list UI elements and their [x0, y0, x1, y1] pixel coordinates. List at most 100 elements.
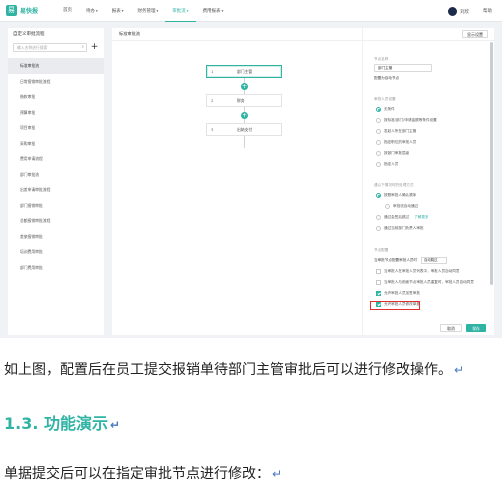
nav-label: 费用报表	[202, 9, 221, 14]
radio-button[interactable]	[385, 204, 390, 209]
checkbox[interactable]	[376, 291, 381, 296]
divider	[363, 40, 495, 41]
node-label: 出纳支付	[237, 127, 253, 132]
brand-name: 易快报	[20, 8, 39, 15]
flow-list-panel: 自定义审批流程 输入名称进行搜索 ⌕ + 标准审批流 日常报销审批流程 借款审批 预算…	[8, 28, 104, 335]
brand-logo[interactable]: 易 易快报	[6, 5, 38, 16]
radio-button[interactable]	[376, 215, 381, 220]
flow-list-item[interactable]: 差旅报销审批	[8, 229, 104, 245]
nav-item-2[interactable]: 报表▾	[105, 0, 131, 22]
flow-list-item[interactable]: 标准审批流	[8, 58, 104, 74]
add-node-button[interactable]: +	[241, 83, 248, 90]
node-number: 1	[211, 69, 214, 74]
flow-node-1[interactable]: 1 部门主管	[206, 65, 282, 78]
config-option[interactable]: 允许审批人员加签审批	[376, 291, 420, 296]
nav-label: 报表	[111, 9, 121, 14]
nav-label: 审批流	[172, 9, 186, 14]
flow-list-item[interactable]: 采购审批	[8, 136, 104, 152]
nav-item-1[interactable]: 待办▾	[79, 0, 105, 22]
search-icon[interactable]: ⌕	[81, 45, 84, 50]
radio-button[interactable]	[376, 151, 381, 156]
node-name-field[interactable]: 部门主管	[374, 64, 432, 72]
display-settings-button[interactable]: 显示设置	[462, 30, 488, 38]
approver-option[interactable]: 按部门审批层级	[376, 151, 409, 156]
option-label: 通过当前部门负责人审批	[384, 226, 424, 230]
flow-list-item[interactable]: 总额报销审批流程	[8, 213, 104, 229]
approver-option[interactable]: 指定人员	[376, 162, 398, 167]
flow-node-2[interactable]: 2 财务	[206, 94, 282, 107]
flow-list-item[interactable]: 日常报销审批流程	[8, 74, 104, 90]
nav-label: 财务管理	[137, 9, 156, 14]
chevron-down-icon: ▾	[186, 9, 189, 13]
search-placeholder: 输入名称进行搜索	[17, 44, 48, 50]
learn-more-link[interactable]: 了解更多	[414, 215, 428, 220]
option-label: 无条件	[384, 107, 395, 111]
radio-button[interactable]	[376, 107, 381, 112]
divider	[112, 40, 362, 41]
nav-label: 首页	[63, 8, 72, 13]
flow-node-3[interactable]: 3 出纳支付	[206, 123, 282, 136]
add-node-button[interactable]: +	[241, 112, 248, 119]
option-label: 当审批人在审批人员列表中，审批人员自动同意	[384, 269, 460, 273]
flow-list-item[interactable]: 项目审批	[8, 120, 104, 136]
radio-button[interactable]	[376, 118, 381, 123]
nav-item-5[interactable]: 费用报表▾	[196, 0, 231, 22]
save-button[interactable]: 保存	[466, 324, 486, 332]
node-config-label: 节点配置	[374, 248, 389, 252]
node-config-text: 当审批节点配置审批人员时	[374, 258, 418, 262]
radio-button[interactable]	[376, 226, 381, 231]
app-screenshot: 易 易快报 首页 待办▾ 报表▾ 财务管理▾ 审批流▾ 费用报表▾ 刘欣 帮助 自定义审批…	[0, 0, 502, 338]
multi-option[interactable]: 审批流自动通过	[385, 204, 418, 209]
chevron-down-icon: ▾	[156, 9, 159, 13]
flow-list-item[interactable]: 出差申请审批流程	[8, 182, 104, 198]
skip-mode-select[interactable]: 自动跳过	[421, 257, 447, 264]
radio-button[interactable]	[376, 162, 381, 167]
top-navbar: 易 易快报 首页 待办▾ 报表▾ 财务管理▾ 审批流▾ 费用报表▾ 刘欣 帮助	[0, 0, 502, 22]
flow-list-item[interactable]: 预算审批	[8, 105, 104, 121]
flow-list-item[interactable]: 借款审批	[8, 89, 104, 105]
heading-text: 1.3. 功能演示	[4, 414, 108, 433]
checkbox[interactable]	[376, 280, 381, 285]
option-label: 指定人员	[384, 162, 399, 166]
flow-list-item[interactable]: 费用申请流程	[8, 151, 104, 167]
nav-item-3[interactable]: 财务管理▾	[131, 0, 166, 22]
nav-item-0[interactable]: 首页	[56, 0, 79, 22]
option-label: 按照审批人确认顺序	[384, 193, 417, 197]
user-area: 刘欣 帮助	[448, 0, 492, 22]
node-label: 财务	[237, 98, 245, 103]
option-label: 允许审批人员加签审批	[384, 291, 420, 295]
auto-node-link[interactable]: 配置为自动节点	[374, 76, 399, 81]
approver-option[interactable]: 指定职位的审批人员	[376, 140, 416, 145]
add-flow-button[interactable]: +	[90, 42, 99, 52]
option-label: 指定职位的审批人员	[384, 140, 417, 144]
config-option[interactable]: 当审批人与前面节点审批人员重复时，审批人员自动同意	[376, 280, 474, 285]
option-label: 按部门审批层级	[384, 151, 410, 155]
flow-list-item[interactable]: 部门报销审批	[8, 198, 104, 214]
approver-section-label: 审批人员设置	[374, 97, 396, 101]
panel-title: 自定义审批流程	[13, 32, 45, 37]
section-heading: 1.3. 功能演示 ↵	[4, 410, 120, 434]
multi-option[interactable]: 通过当前部门负责人审批	[376, 226, 424, 231]
radio-button[interactable]	[376, 140, 381, 145]
scrollbar[interactable]	[490, 42, 493, 285]
config-option[interactable]: 当审批人在审批人员列表中，审批人员自动同意	[376, 269, 459, 274]
user-menu[interactable]: 刘欣	[448, 6, 469, 16]
annotation-highlight	[370, 301, 420, 310]
flow-list-item[interactable]: 部门审批流	[8, 167, 104, 183]
radio-button[interactable]	[376, 193, 381, 198]
approver-option[interactable]: 按标准/部门/申请金额等条件设置	[376, 118, 437, 123]
cancel-button[interactable]: 取消	[440, 324, 462, 332]
nav-item-4[interactable]: 审批流▾	[165, 0, 196, 22]
paragraph-text: 单据提交后可以在指定审批节点进行修改：	[4, 466, 270, 482]
multi-option[interactable]: 通过会签后跳过 了解更多	[376, 215, 429, 220]
multi-option[interactable]: 按照审批人确认顺序	[376, 193, 416, 198]
flow-list-item[interactable]: 部门费用审批	[8, 260, 104, 276]
radio-button[interactable]	[376, 129, 381, 134]
return-mark-icon: ↵	[454, 363, 465, 377]
help-link[interactable]: 帮助	[483, 8, 492, 14]
flow-list-item[interactable]: 培训费用审批	[8, 244, 104, 260]
approver-option[interactable]: 发起人所在部门主管	[376, 129, 416, 134]
search-input[interactable]: 输入名称进行搜索 ⌕	[13, 42, 87, 52]
checkbox[interactable]	[376, 269, 381, 274]
approver-option[interactable]: 无条件	[376, 107, 395, 112]
